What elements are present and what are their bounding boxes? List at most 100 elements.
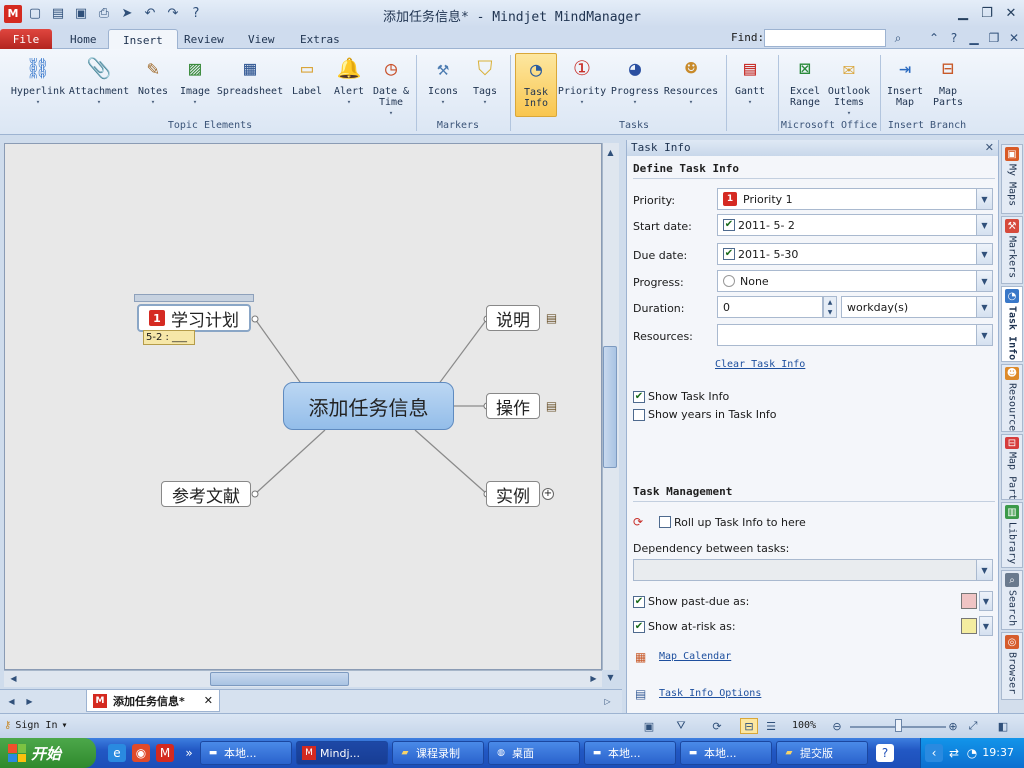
- topic-study-plan[interactable]: 1 学习计划: [137, 304, 251, 332]
- sign-in-button[interactable]: ⚷ Sign In ▾: [4, 720, 68, 731]
- collapse-ribbon-icon[interactable]: ⌃: [926, 30, 942, 46]
- notes-button[interactable]: ✎ Notes ▾: [134, 53, 172, 108]
- due-date-field[interactable]: ✔ 2011- 5-30 ▼: [717, 243, 993, 265]
- selection-handle[interactable]: [134, 294, 254, 302]
- duration-input[interactable]: 0: [717, 296, 823, 318]
- image-button[interactable]: ▨ Image ▾: [176, 53, 214, 108]
- past-due-color-swatch[interactable]: [961, 593, 977, 609]
- at-risk-color-swatch[interactable]: [961, 618, 977, 634]
- rollup-checkbox[interactable]: [659, 516, 671, 528]
- balance-map-icon[interactable]: ⟳: [708, 718, 726, 734]
- map-parts-button[interactable]: ⊟ Map Parts: [928, 53, 968, 109]
- ie-icon[interactable]: e: [108, 744, 126, 762]
- taskbar-item-local-1[interactable]: ▬ 本地...: [200, 741, 292, 765]
- clear-task-info-link[interactable]: Clear Task Info: [715, 359, 805, 370]
- doc-minimize-icon[interactable]: ▁: [966, 30, 982, 46]
- taskbar-item-submit[interactable]: ▰ 提交版: [776, 741, 868, 765]
- horizontal-scroll-thumb[interactable]: [210, 672, 349, 686]
- find-input[interactable]: [764, 29, 886, 47]
- side-tab-search[interactable]: ⌕ Search: [1001, 570, 1023, 630]
- zoom-in-icon[interactable]: ⊕: [944, 718, 962, 734]
- side-tab-browser[interactable]: ◎ Browser: [1001, 632, 1023, 700]
- expand-plus-icon[interactable]: +: [542, 488, 554, 500]
- topic-operate[interactable]: 操作: [486, 393, 540, 419]
- nav-back-icon[interactable]: ◀: [4, 694, 19, 709]
- open-folder-icon[interactable]: ▤: [48, 4, 68, 24]
- tray-arrow-icon[interactable]: ‹: [925, 744, 943, 762]
- close-tab-icon[interactable]: ✕: [204, 694, 213, 707]
- note-icon[interactable]: ▤: [544, 310, 559, 325]
- tab-insert[interactable]: Insert: [108, 29, 178, 50]
- show-years-checkbox[interactable]: [633, 408, 645, 421]
- at-risk-checkbox[interactable]: ✔: [633, 620, 645, 633]
- tab-scroll-right-icon[interactable]: ▷: [600, 694, 615, 709]
- show-years-row[interactable]: Show years in Task Info: [633, 408, 777, 421]
- mindmanager-quick-icon[interactable]: M: [156, 744, 174, 762]
- chevron-down-icon[interactable]: ▼: [979, 616, 993, 636]
- taskbar-item-local-3[interactable]: ▬ 本地...: [680, 741, 772, 765]
- chevron-down-icon[interactable]: ▼: [976, 244, 992, 264]
- insert-map-button[interactable]: ⇥ Insert Map: [884, 53, 926, 109]
- chevron-down-icon[interactable]: ▼: [976, 560, 992, 580]
- progress-select[interactable]: None ▼: [717, 270, 993, 292]
- task-date-tag[interactable]: 5-2 : ___: [143, 330, 195, 345]
- side-tab-my-maps[interactable]: ▣ My Maps: [1001, 144, 1023, 214]
- chevron-down-icon[interactable]: ▼: [976, 271, 992, 291]
- help-tray-icon[interactable]: ?: [876, 744, 894, 762]
- tab-file[interactable]: File: [0, 29, 52, 49]
- start-date-field[interactable]: ✔ 2011- 5- 2 ▼: [717, 214, 993, 236]
- doc-restore-icon[interactable]: ❐: [986, 30, 1002, 46]
- chevron-down-icon[interactable]: ▼: [976, 215, 992, 235]
- media-icon[interactable]: ◉: [132, 744, 150, 762]
- vertical-scroll-thumb[interactable]: [603, 346, 617, 468]
- new-doc-icon[interactable]: ▢: [25, 4, 45, 24]
- filter-icon[interactable]: ⛛: [672, 718, 690, 734]
- doc-close-icon[interactable]: ✕: [1006, 30, 1022, 46]
- at-risk-row[interactable]: ✔ Show at-risk as:: [633, 620, 736, 633]
- topic-explain[interactable]: 说明: [486, 305, 540, 331]
- topic-references[interactable]: 参考文献: [161, 481, 251, 507]
- tab-view[interactable]: View: [234, 29, 289, 49]
- side-tab-markers[interactable]: ⚒ Markers: [1001, 216, 1023, 284]
- map-calendar-link[interactable]: Map Calendar: [659, 651, 731, 662]
- scroll-left-icon[interactable]: ◀: [6, 671, 21, 686]
- map-canvas[interactable]: 1 学习计划 5-2 : ___ 添加任务信息 说明 ▤ 操作 ▤ 参考文献 实…: [4, 143, 602, 670]
- binoculars-icon[interactable]: ⌕: [890, 30, 906, 46]
- undo-icon[interactable]: ↶: [140, 4, 160, 24]
- help-circle-icon[interactable]: ?: [946, 30, 962, 46]
- central-topic[interactable]: 添加任务信息: [283, 382, 454, 430]
- date-time-button[interactable]: ◷ Date & Time ▾: [370, 53, 412, 119]
- document-tab[interactable]: M 添加任务信息* ✕: [86, 690, 220, 712]
- task-info-button[interactable]: ◔ Task Info: [515, 53, 557, 117]
- tab-extras[interactable]: Extras: [286, 29, 354, 49]
- fit-to-window-icon[interactable]: ⤢: [964, 718, 982, 734]
- fit-map-icon[interactable]: ▣: [640, 718, 658, 734]
- icons-button[interactable]: ⚒ Icons ▾: [424, 53, 462, 108]
- minimize-button[interactable]: ▁: [952, 4, 974, 22]
- volume-icon[interactable]: ◔: [963, 744, 981, 762]
- app-logo[interactable]: M: [4, 4, 22, 23]
- chevron-down-icon[interactable]: ▼: [979, 591, 993, 611]
- tab-home[interactable]: Home: [56, 29, 111, 49]
- hyperlink-button[interactable]: ⛓ Hyperlink ▾: [8, 53, 68, 108]
- scroll-up-icon[interactable]: ▲: [603, 145, 618, 160]
- taskbar-item-mindjet[interactable]: M Mindj...: [296, 741, 388, 765]
- task-info-options-link[interactable]: Task Info Options: [659, 688, 761, 699]
- send-icon[interactable]: ➤: [117, 4, 137, 24]
- duration-spinner[interactable]: ▲ ▼: [823, 296, 837, 318]
- zoom-slider-thumb[interactable]: [895, 719, 902, 732]
- priority-1-icon[interactable]: 1: [149, 310, 165, 326]
- zoom-out-icon[interactable]: ⊖: [828, 718, 846, 734]
- tab-review[interactable]: Review: [170, 29, 238, 49]
- show-task-info-row[interactable]: ✔ Show Task Info: [633, 390, 729, 403]
- taskbar-item-course-record[interactable]: ▰ 课程录制: [392, 741, 484, 765]
- duration-unit-select[interactable]: workday(s) ▼: [841, 296, 993, 318]
- taskbar-item-desktop[interactable]: ◍ 桌面: [488, 741, 580, 765]
- dependency-select[interactable]: ▼: [633, 559, 993, 581]
- label-button[interactable]: ▭ Label: [288, 53, 326, 98]
- past-due-checkbox[interactable]: ✔: [633, 595, 645, 608]
- topic-example[interactable]: 实例: [486, 481, 540, 507]
- outlook-items-button[interactable]: ✉ Outlook Items ▾: [826, 53, 872, 119]
- resources-select[interactable]: ▼: [717, 324, 993, 346]
- chevron-down-icon[interactable]: ▼: [976, 189, 992, 209]
